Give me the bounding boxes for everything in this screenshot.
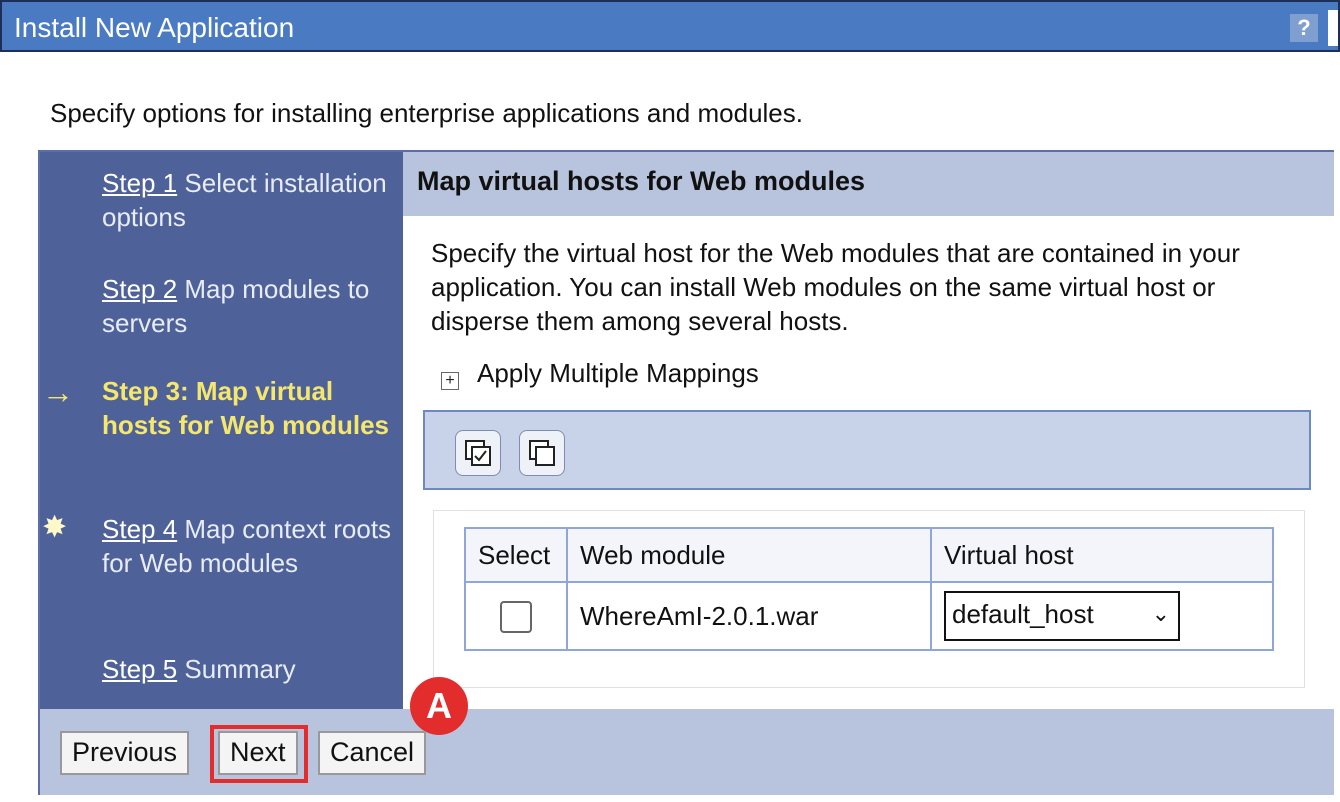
select-all-button[interactable]	[455, 430, 501, 476]
expand-icon[interactable]: +	[441, 372, 459, 390]
star-icon: ✸	[42, 511, 68, 544]
page-intro: Specify options for installing enterpris…	[50, 98, 803, 128]
virtual-host-cell: default_host ⌄	[930, 581, 1274, 651]
content-heading: Map virtual hosts for Web modules	[417, 166, 866, 196]
chevron-down-icon: ⌄	[1151, 601, 1170, 626]
step-4-link[interactable]: Step 4	[102, 514, 177, 544]
step-5: Step 5 Summary	[102, 652, 392, 686]
wizard-content: Map virtual hosts for Web modules Specif…	[403, 152, 1334, 709]
virtual-host-select[interactable]: default_host ⌄	[944, 591, 1180, 641]
mapping-table: Select Web module Virtual host WhereAmI-…	[464, 527, 1274, 651]
table-toolbar	[423, 410, 1311, 490]
step-2: Step 2 Map modules to servers	[102, 272, 392, 340]
previous-button[interactable]: Previous	[60, 731, 190, 775]
annotation-marker: A	[410, 677, 468, 735]
table-row: WhereAmI-2.0.1.war default_host ⌄	[464, 581, 1274, 651]
next-button[interactable]: Next	[218, 731, 298, 775]
deselect-all-button[interactable]	[519, 430, 565, 476]
web-module-cell: WhereAmI-2.0.1.war	[566, 581, 932, 651]
select-all-icon	[465, 440, 491, 466]
row-select-cell	[464, 581, 568, 651]
deselect-all-icon	[529, 440, 555, 466]
step-1: Step 1 Select installation options	[102, 166, 392, 234]
step-3-current: Step 3: Map virtual hosts for Web module…	[102, 376, 389, 440]
titlebar-edge	[1328, 10, 1338, 46]
cancel-button[interactable]: Cancel	[318, 731, 427, 775]
step-2-link[interactable]: Step 2	[102, 274, 177, 304]
window-title: Install New Application	[14, 12, 295, 43]
wizard-steps-nav: Step 1 Select installation options Step …	[40, 152, 403, 709]
header-web-module[interactable]: Web module	[566, 527, 932, 583]
row-select-checkbox[interactable]	[500, 600, 532, 633]
step-5-link[interactable]: Step 5	[102, 654, 177, 684]
wizard-footer: Previous A Next Cancel	[40, 677, 1334, 795]
step-4: Step 4 Map context roots for Web modules	[102, 512, 392, 580]
content-description: Specify the virtual host for the Web mod…	[431, 238, 1240, 336]
window-titlebar: Install New Application ?	[0, 0, 1340, 52]
header-virtual-host[interactable]: Virtual host	[930, 527, 1274, 583]
mapping-table-container: Select Web module Virtual host WhereAmI-…	[433, 510, 1305, 688]
virtual-host-value: default_host	[952, 599, 1094, 629]
wizard-frame: Step 1 Select installation options Step …	[38, 150, 1334, 795]
help-icon[interactable]: ?	[1290, 14, 1318, 42]
current-step-arrow-icon: →	[42, 374, 74, 410]
header-select[interactable]: Select	[464, 527, 568, 583]
step-5-text: Summary	[177, 654, 296, 684]
table-header-row: Select Web module Virtual host	[464, 527, 1274, 583]
content-header: Map virtual hosts for Web modules	[403, 152, 1334, 216]
apply-multiple-mappings-link[interactable]: Apply Multiple Mappings	[477, 358, 759, 389]
step-1-link[interactable]: Step 1	[102, 168, 177, 198]
